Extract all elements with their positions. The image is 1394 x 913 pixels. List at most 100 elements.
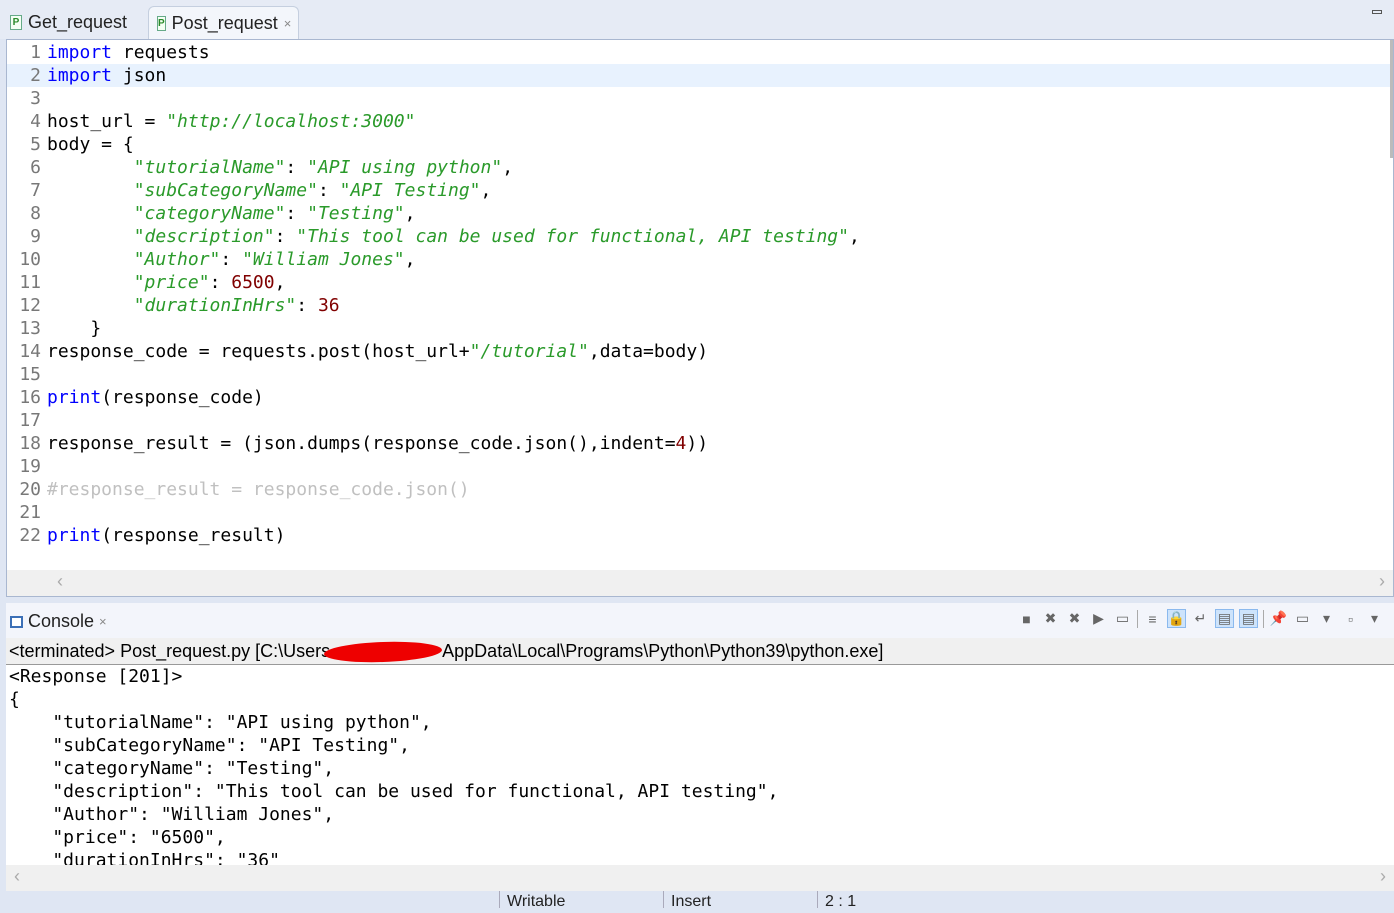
minimize-icon[interactable]	[1372, 10, 1382, 14]
line-number: 18	[19, 433, 41, 454]
toolbar-separator	[1263, 609, 1264, 628]
code-line[interactable]: 2 import json	[7, 64, 1391, 87]
word-wrap-icon[interactable]: ↵	[1191, 609, 1210, 628]
scroll-right-icon[interactable]: ›	[1379, 571, 1385, 592]
line-number: 10	[19, 249, 41, 270]
tab-get-request[interactable]: P Get_request	[2, 6, 135, 39]
code-line[interactable]: 6 "tutorialName": "API using python",	[7, 156, 1391, 179]
code-line[interactable]: 17	[7, 409, 1391, 432]
code-line[interactable]: 9 "description": "This tool can be used …	[7, 225, 1391, 248]
code-line[interactable]: 15	[7, 363, 1391, 386]
code-token-plain: ,	[404, 203, 416, 224]
code-token-plain: ))	[686, 433, 709, 454]
code-token-plain: ,data=body)	[588, 341, 709, 362]
scroll-left-icon[interactable]: ‹	[57, 571, 63, 592]
horizontal-scrollbar[interactable]: ‹ ›	[7, 570, 1393, 596]
code-line[interactable]: 3	[7, 87, 1391, 110]
clear-console-icon[interactable]: ≡	[1143, 609, 1162, 628]
console-line: "tutorialName": "API using python",	[9, 712, 432, 733]
code-token-kw: import	[47, 65, 113, 86]
console-line: "Author": "William Jones",	[9, 804, 335, 825]
code-token-str: "API Testing"	[339, 180, 481, 201]
console-line: "description": "This tool can be used fo…	[9, 781, 779, 802]
show-on-stdout-icon[interactable]: ▤	[1215, 609, 1234, 628]
code-line[interactable]: 14 response_code = requests.post(host_url…	[7, 340, 1391, 363]
line-number: 21	[19, 502, 41, 523]
code-line[interactable]: 8 "categoryName": "Testing",	[7, 202, 1391, 225]
code-line[interactable]: 22 print(response_result)	[7, 524, 1391, 547]
status-writable: Writable	[499, 891, 565, 910]
code-line[interactable]: 7 "subCategoryName": "API Testing",	[7, 179, 1391, 202]
scroll-right-icon[interactable]: ›	[1380, 866, 1386, 887]
status-cursor-position: 2 : 1	[817, 891, 856, 910]
line-number: 5	[30, 134, 41, 155]
close-icon[interactable]: ×	[99, 614, 107, 629]
tab-console[interactable]: Console ×	[10, 611, 107, 632]
terminate-icon[interactable]: ■	[1017, 609, 1036, 628]
toolbar-separator	[1137, 609, 1138, 628]
code-line[interactable]: 11 "price": 6500,	[7, 271, 1391, 294]
code-line[interactable]: 13 }	[7, 317, 1391, 340]
line-number: 3	[30, 88, 41, 109]
code-line[interactable]: 5 body = {	[7, 133, 1391, 156]
vertical-scrollbar[interactable]	[1390, 40, 1393, 158]
line-number: 11	[19, 272, 41, 293]
code-line[interactable]: 12 "durationInHrs": 36	[7, 294, 1391, 317]
code-line[interactable]: 21	[7, 501, 1391, 524]
open-console-icon[interactable]: ▫	[1341, 609, 1360, 628]
console-line: "price": "6500",	[9, 827, 226, 848]
relaunch-icon[interactable]: ▶	[1089, 609, 1108, 628]
code-line[interactable]: 10 "Author": "William Jones",	[7, 248, 1391, 271]
console-line: "categoryName": "Testing",	[9, 758, 335, 779]
display-dropdown-icon[interactable]: ▾	[1317, 609, 1336, 628]
line-number: 6	[30, 157, 41, 178]
python-file-icon: P	[10, 15, 22, 30]
remove-all-icon[interactable]: ✖	[1065, 609, 1084, 628]
code-token-str: "categoryName"	[133, 203, 286, 224]
display-console-icon[interactable]: ▭	[1293, 609, 1312, 628]
code-token-plain: response_code = requests.post(host_url+	[47, 341, 470, 362]
code-line[interactable]: 4 host_url = "http://localhost:3000"	[7, 110, 1391, 133]
console-horizontal-scrollbar[interactable]: ‹ ›	[6, 865, 1394, 891]
code-line[interactable]: 18 response_result = (json.dumps(response…	[7, 432, 1391, 455]
code-token-str: "price"	[133, 272, 210, 293]
code-token-plain: ,	[502, 157, 514, 178]
remove-launch-icon[interactable]: ✖	[1041, 609, 1060, 628]
python-file-icon: P	[157, 15, 166, 31]
view-menu-icon[interactable]: ▾	[1365, 609, 1384, 628]
line-number: 16	[19, 387, 41, 408]
pin-console-icon[interactable]: 📌	[1269, 609, 1288, 628]
code-token-plain: :	[285, 203, 308, 224]
line-number: 8	[30, 203, 41, 224]
console-output[interactable]: <Response [201]>{ "tutorialName": "API u…	[6, 665, 1394, 865]
scroll-lock-icon[interactable]: 🔒	[1167, 609, 1186, 628]
line-number: 19	[19, 456, 41, 477]
show-on-stderr-icon[interactable]: ▤	[1239, 609, 1258, 628]
line-number: 22	[19, 525, 41, 546]
code-line[interactable]: 19	[7, 455, 1391, 478]
code-line[interactable]: 16 print(response_code)	[7, 386, 1391, 409]
code-token-plain: ,	[274, 272, 286, 293]
new-console-icon[interactable]: ▭	[1113, 609, 1132, 628]
process-path: <terminated> Post_request.py [C:\Users Ap…	[6, 638, 1394, 665]
code-token-str: "William Jones"	[242, 249, 405, 270]
code-line[interactable]: 1 import requests	[7, 41, 1391, 64]
code-token-plain: :	[296, 295, 318, 316]
console-line: "subCategoryName": "API Testing",	[9, 735, 410, 756]
code-line[interactable]: 20 #response_result = response_code.json(…	[7, 478, 1391, 501]
code-editor[interactable]: 1 import requests 2 import json 3 4 host_url =…	[6, 39, 1394, 597]
code-token-kw: import	[47, 42, 113, 63]
code-token-plain: ,	[848, 226, 860, 247]
code-token-cmt: #response_result = response_code.json()	[47, 479, 470, 500]
close-icon[interactable]: ×	[284, 16, 292, 31]
code-token-str: "This tool can be used for functional, A…	[296, 226, 849, 247]
code-token-plain: ,	[404, 249, 416, 270]
code-token-plain: :	[317, 180, 340, 201]
code-token-num: 6500	[231, 272, 275, 293]
tab-post-request[interactable]: P Post_request ×	[148, 6, 299, 39]
code-area[interactable]: 1 import requests 2 import json 3 4 host_url =…	[7, 41, 1391, 547]
scroll-left-icon[interactable]: ‹	[14, 866, 20, 887]
tab-label: Get_request	[28, 12, 128, 32]
